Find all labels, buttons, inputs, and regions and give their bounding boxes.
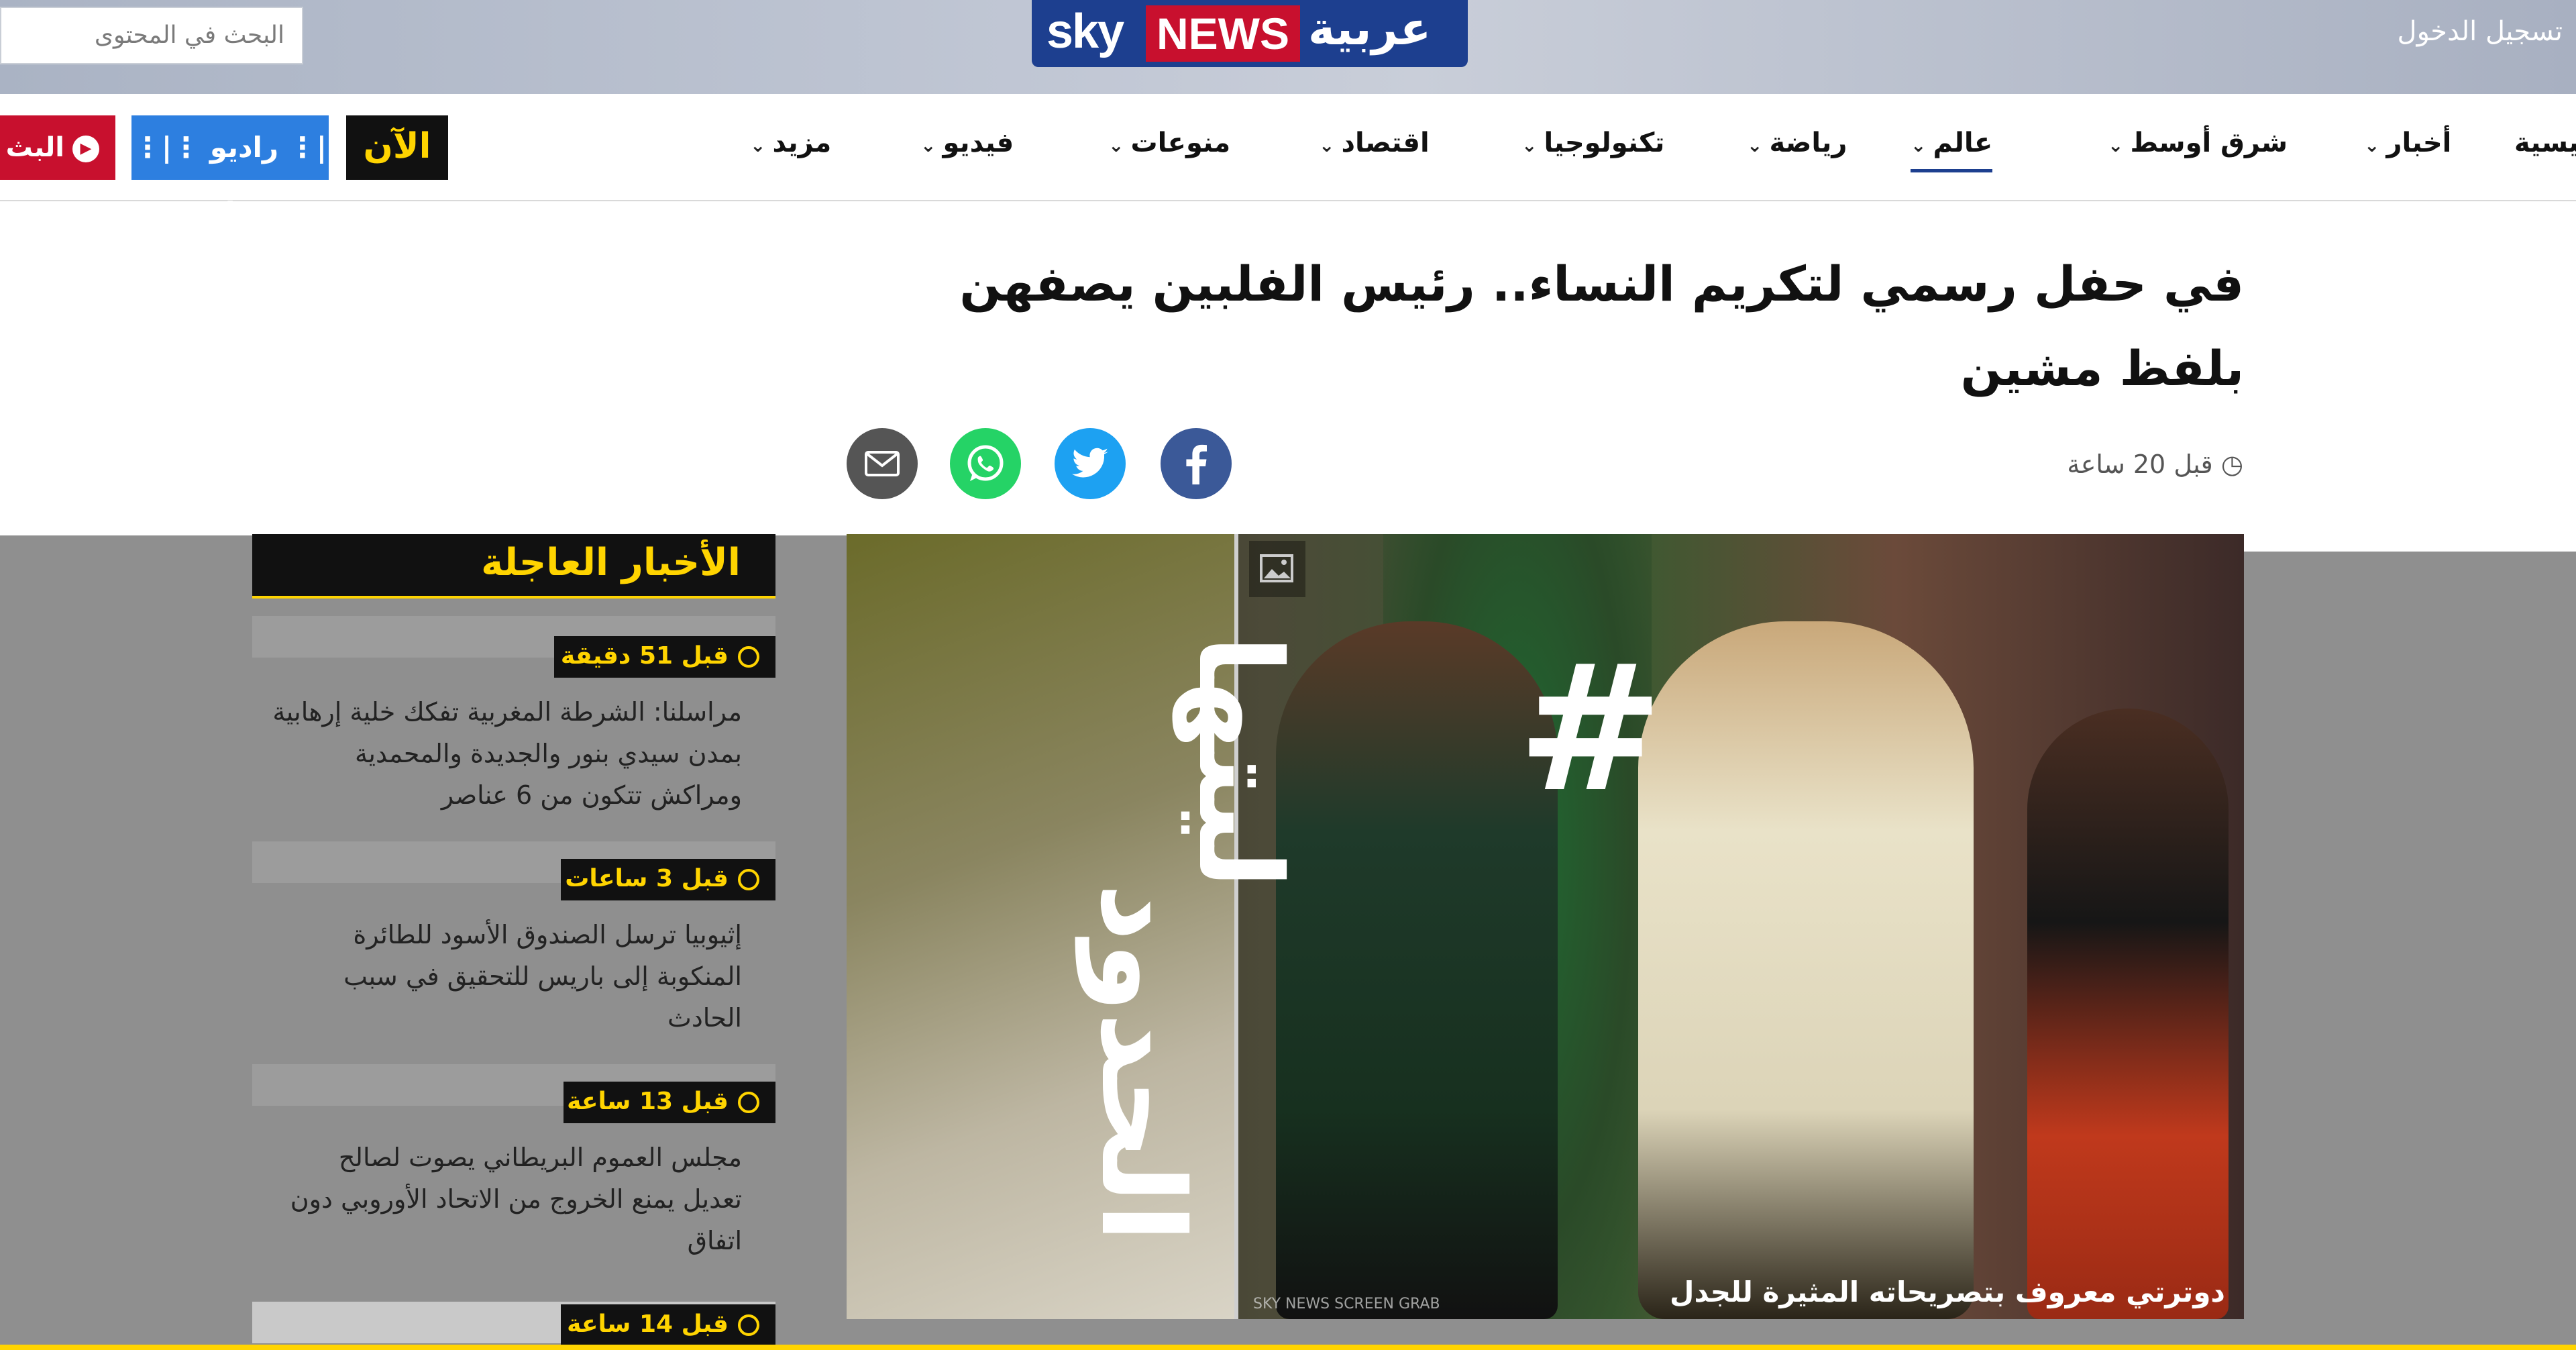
chevron-down-icon: ⌄: [1911, 134, 1927, 156]
top-bar: البحث في المحتوى sky NEWS عربية تسجيل ال…: [0, 0, 2576, 94]
photo-figure-president: [1638, 621, 1974, 1319]
gallery-icon[interactable]: [1249, 541, 1305, 597]
clock-icon: ◷: [2220, 450, 2243, 479]
chevron-down-icon: ⌄: [1521, 134, 1538, 156]
main-nav: ▶البث ⋮|⋮ راديو ⋮|⋮ الآن ⌄ مزيد ⌄ فيديو ⌄ م…: [0, 94, 2576, 228]
overlay-edge: [2244, 535, 2576, 552]
photo-figure-woman-right: [2027, 709, 2229, 1319]
email-share-button[interactable]: [847, 428, 918, 499]
nav-item-home[interactable]: رئيسية: [2514, 127, 2576, 158]
article-main-photo[interactable]: # ليتها الحدود SKY NEWS SCREEN GRAB دوتر…: [847, 534, 2244, 1319]
live-button[interactable]: ▶البث: [0, 115, 115, 180]
news-time-badge: قبل 3 ساعات: [561, 859, 775, 900]
nav-item-sports[interactable]: ⌄ رياضة: [1747, 127, 1847, 158]
login-link[interactable]: تسجيل الدخول: [2398, 16, 2563, 47]
chevron-down-icon: ⌄: [2108, 134, 2124, 156]
chevron-down-icon: ⌄: [2364, 134, 2380, 156]
logo-sky-text: sky: [1046, 5, 1124, 58]
whatsapp-icon: [950, 428, 1021, 499]
now-button[interactable]: الآن: [346, 115, 448, 180]
play-icon: ▶: [72, 136, 99, 162]
news-text: مراسلنا: الشرطة المغربية تفكك خلية إرهاب…: [272, 697, 742, 810]
news-time-badge: قبل 51 دقيقة: [554, 636, 775, 678]
nav-item-video[interactable]: ⌄ فيديو: [920, 127, 1014, 158]
nav-item-world[interactable]: ⌄ عالم: [1911, 127, 1993, 172]
clock-icon: [738, 1092, 759, 1113]
chevron-down-icon: ⌄: [920, 134, 936, 156]
nav-item-more[interactable]: ⌄ مزيد: [750, 127, 831, 158]
audio-wave-icon: ⋮|⋮: [133, 131, 201, 164]
chevron-down-icon: ⌄: [1747, 134, 1763, 156]
chevron-down-icon: ⌄: [1319, 134, 1335, 156]
nav-item-variety[interactable]: ⌄ منوعات: [1108, 127, 1230, 158]
nav-item-technology[interactable]: ⌄ تكنولوجيا: [1521, 127, 1664, 158]
sky-news-arabia-logo[interactable]: sky NEWS عربية: [1032, 0, 1468, 67]
news-text: مجلس العموم البريطاني يصوت لصالح تعديل ي…: [290, 1143, 742, 1255]
news-time-badge: قبل 14 ساعة: [561, 1304, 775, 1346]
facebook-icon: [1161, 428, 1232, 499]
clock-icon: [738, 1314, 759, 1336]
clock-icon: [738, 869, 759, 890]
nav-item-middle-east[interactable]: ⌄ شرق أوسط: [2108, 127, 2288, 158]
twitter-share-button[interactable]: [1055, 428, 1126, 499]
bottom-accent-line: [0, 1345, 2576, 1350]
news-time-badge: قبل 13 ساعة: [564, 1082, 775, 1123]
news-text: إثيوبيا ترسل الصندوق الأسود للطائرة المن…: [343, 920, 742, 1033]
facebook-share-button[interactable]: [1161, 428, 1232, 499]
radio-button[interactable]: ⋮|⋮ راديو ⋮|⋮: [131, 115, 329, 228]
breaking-news-header: الأخبار العاجلة: [252, 534, 775, 599]
email-icon: [847, 428, 918, 499]
breaking-news-title: الأخبار العاجلة: [481, 541, 741, 584]
whatsapp-share-button[interactable]: [950, 428, 1021, 499]
article-timestamp: ◷ قبل 20 ساعة: [2067, 450, 2243, 479]
photo-credit: SKY NEWS SCREEN GRAB: [1253, 1296, 1440, 1312]
photo-caption: دوترتي معروف بتصريحاته المثيرة للجدل: [1670, 1276, 2225, 1308]
chevron-down-icon: ⌄: [750, 134, 766, 156]
photo-figure-woman: [1276, 621, 1558, 1319]
photo-divider: [1234, 534, 1238, 1319]
article-headline: في حفل رسمي لتكريم النساء.. رئيس الفلبين…: [959, 256, 2244, 397]
search-input[interactable]: البحث في المحتوى: [0, 7, 303, 64]
logo-arabic-text: عربية: [1308, 3, 1432, 56]
twitter-icon: [1055, 428, 1126, 499]
photo-inset-closeup: [847, 534, 1234, 1319]
clock-icon: [738, 646, 759, 668]
nav-item-news[interactable]: ⌄ أخبار: [2364, 127, 2451, 158]
nav-item-economy[interactable]: ⌄ اقتصاد: [1319, 127, 1430, 158]
logo-news-box: NEWS: [1146, 5, 1300, 62]
chevron-down-icon: ⌄: [1108, 134, 1124, 156]
